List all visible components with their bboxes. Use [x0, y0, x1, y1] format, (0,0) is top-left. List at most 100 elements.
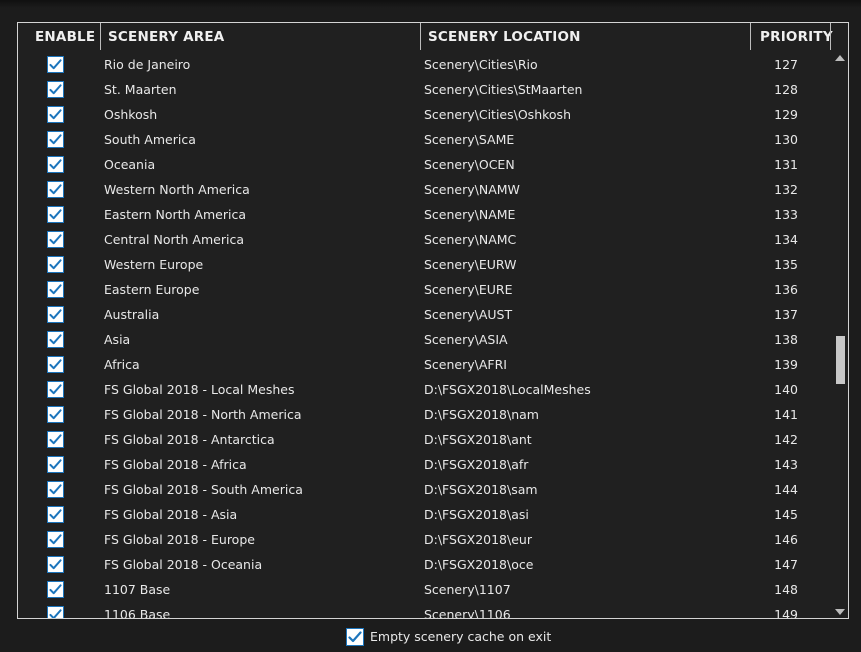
scenery-area-cell: FS Global 2018 - Antarctica: [104, 432, 275, 447]
enable-checkbox[interactable]: [47, 456, 64, 473]
scenery-location-cell: Scenery\AFRI: [424, 357, 507, 372]
checkmark-icon: [348, 631, 362, 643]
scenery-location-cell: Scenery\1106: [424, 607, 511, 619]
enable-checkbox[interactable]: [47, 256, 64, 273]
table-row[interactable]: FS Global 2018 - North America D:\FSGX201…: [18, 402, 834, 427]
empty-cache-label[interactable]: Empty scenery cache on exit: [370, 628, 551, 646]
column-divider[interactable]: [420, 23, 421, 50]
priority-cell: 144: [774, 482, 798, 497]
scenery-area-cell: Eastern Europe: [104, 282, 200, 297]
scenery-table: ENABLE SCENERY AREA SCENERY LOCATION PRI…: [17, 22, 849, 619]
enable-checkbox[interactable]: [47, 356, 64, 373]
enable-checkbox[interactable]: [47, 331, 64, 348]
scenery-location-cell: Scenery\Cities\StMaarten: [424, 82, 583, 97]
column-divider[interactable]: [830, 23, 831, 50]
table-row[interactable]: 1106 Base Scenery\1106 149: [18, 602, 834, 619]
priority-cell: 145: [774, 507, 798, 522]
scenery-area-cell: Rio de Janeiro: [104, 57, 191, 72]
enable-checkbox[interactable]: [47, 606, 64, 618]
table-row[interactable]: FS Global 2018 - Antarctica D:\FSGX2018\a…: [18, 427, 834, 452]
enable-checkbox[interactable]: [47, 531, 64, 548]
table-row[interactable]: FS Global 2018 - Local Meshes D:\FSGX2018…: [18, 377, 834, 402]
table-row[interactable]: Oceania Scenery\OCEN 131: [18, 152, 834, 177]
scenery-area-cell: FS Global 2018 - Local Meshes: [104, 382, 295, 397]
table-row[interactable]: Eastern Europe Scenery\EURE 136: [18, 277, 834, 302]
enable-checkbox[interactable]: [47, 131, 64, 148]
checkmark-icon: [49, 59, 62, 70]
enable-checkbox[interactable]: [47, 431, 64, 448]
scenery-location-cell: D:\FSGX2018\LocalMeshes: [424, 382, 591, 397]
table-row[interactable]: FS Global 2018 - South America D:\FSGX201…: [18, 477, 834, 502]
vertical-scrollbar[interactable]: [832, 50, 848, 618]
footer-bar: Empty scenery cache on exit: [0, 619, 861, 652]
checkmark-icon: [49, 409, 62, 420]
checkmark-icon: [49, 259, 62, 270]
table-row[interactable]: Oshkosh Scenery\Cities\Oshkosh 129: [18, 102, 834, 127]
table-row[interactable]: Australia Scenery\AUST 137: [18, 302, 834, 327]
checkmark-icon: [49, 459, 62, 470]
table-row[interactable]: St. Maarten Scenery\Cities\StMaarten 128: [18, 77, 834, 102]
enable-checkbox[interactable]: [47, 406, 64, 423]
scenery-location-cell: Scenery\AUST: [424, 307, 513, 322]
checkmark-icon: [49, 184, 62, 195]
enable-checkbox[interactable]: [47, 481, 64, 498]
enable-checkbox[interactable]: [47, 56, 64, 73]
enable-checkbox[interactable]: [47, 581, 64, 598]
scenery-location-cell: Scenery\1107: [424, 582, 511, 597]
priority-cell: 128: [774, 82, 798, 97]
enable-checkbox[interactable]: [47, 231, 64, 248]
priority-cell: 135: [774, 257, 798, 272]
scrollbar-thumb[interactable]: [836, 336, 845, 384]
enable-checkbox[interactable]: [47, 181, 64, 198]
table-row[interactable]: Rio de Janeiro Scenery\Cities\Rio 127: [18, 52, 834, 77]
scroll-up-arrow-icon[interactable]: [835, 52, 845, 62]
enable-checkbox[interactable]: [47, 381, 64, 398]
enable-checkbox[interactable]: [47, 506, 64, 523]
priority-cell: 143: [774, 457, 798, 472]
scenery-area-cell: FS Global 2018 - Oceania: [104, 557, 263, 572]
table-row[interactable]: Eastern North America Scenery\NAME 133: [18, 202, 834, 227]
table-row[interactable]: FS Global 2018 - Oceania D:\FSGX2018\oce 1…: [18, 552, 834, 577]
table-row[interactable]: FS Global 2018 - Asia D:\FSGX2018\asi 145: [18, 502, 834, 527]
scenery-location-cell: D:\FSGX2018\asi: [424, 507, 529, 522]
table-row[interactable]: FS Global 2018 - Europe D:\FSGX2018\eur 14…: [18, 527, 834, 552]
scenery-area-cell: Africa: [104, 357, 140, 372]
table-row[interactable]: 1107 Base Scenery\1107 148: [18, 577, 834, 602]
table-row[interactable]: Central North America Scenery\NAMC 134: [18, 227, 834, 252]
scroll-down-arrow-icon[interactable]: [835, 607, 845, 617]
enable-checkbox[interactable]: [47, 156, 64, 173]
column-header-scenery-area[interactable]: SCENERY AREA: [108, 23, 224, 50]
column-divider[interactable]: [750, 23, 751, 50]
empty-cache-checkbox[interactable]: [346, 628, 364, 646]
table-row[interactable]: Western Europe Scenery\EURW 135: [18, 252, 834, 277]
priority-cell: 148: [774, 582, 798, 597]
enable-checkbox[interactable]: [47, 106, 64, 123]
column-header-scenery-location[interactable]: SCENERY LOCATION: [428, 23, 581, 50]
table-row[interactable]: FS Global 2018 - Africa D:\FSGX2018\afr 14…: [18, 452, 834, 477]
enable-checkbox[interactable]: [47, 81, 64, 98]
enable-checkbox[interactable]: [47, 281, 64, 298]
scenery-area-cell: Western North America: [104, 182, 250, 197]
column-header-priority[interactable]: PRIORITY: [760, 23, 833, 50]
scenery-location-cell: Scenery\OCEN: [424, 157, 515, 172]
scenery-location-cell: Scenery\SAME: [424, 132, 515, 147]
scenery-area-cell: Oceania: [104, 157, 156, 172]
table-row[interactable]: Africa Scenery\AFRI 139: [18, 352, 834, 377]
priority-cell: 141: [774, 407, 798, 422]
priority-cell: 133: [774, 207, 798, 222]
enable-checkbox[interactable]: [47, 306, 64, 323]
table-row[interactable]: Western North America Scenery\NAMW 132: [18, 177, 834, 202]
checkmark-icon: [49, 434, 62, 445]
column-divider[interactable]: [100, 23, 101, 50]
scenery-location-cell: Scenery\NAMC: [424, 232, 517, 247]
checkmark-icon: [49, 309, 62, 320]
table-row[interactable]: South America Scenery\SAME 130: [18, 127, 834, 152]
column-header-enable[interactable]: ENABLE: [35, 23, 95, 50]
table-row[interactable]: Asia Scenery\ASIA 138: [18, 327, 834, 352]
scenery-area-cell: FS Global 2018 - Africa: [104, 457, 247, 472]
scenery-area-cell: 1107 Base: [104, 582, 171, 597]
scenery-location-cell: D:\FSGX2018\nam: [424, 407, 539, 422]
scenery-area-cell: St. Maarten: [104, 82, 177, 97]
enable-checkbox[interactable]: [47, 206, 64, 223]
enable-checkbox[interactable]: [47, 556, 64, 573]
